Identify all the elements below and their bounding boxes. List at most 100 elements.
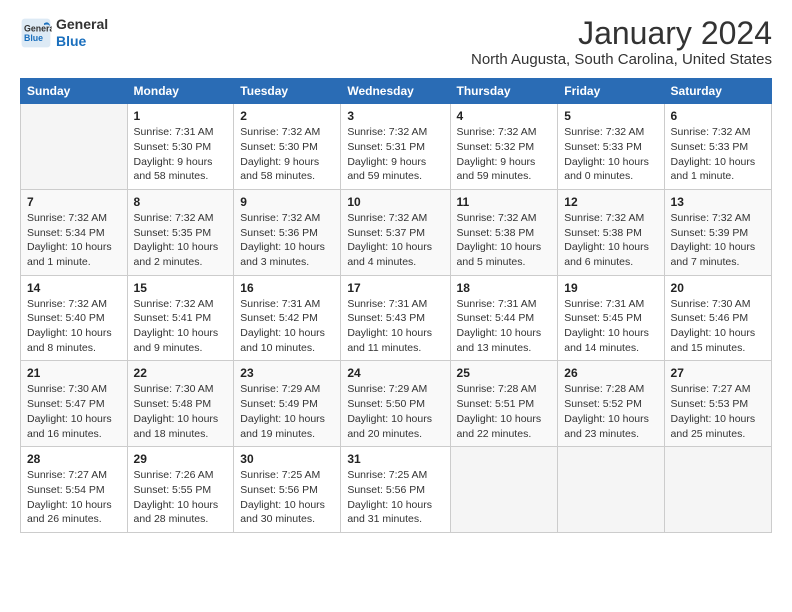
calendar-cell: 16Sunrise: 7:31 AM Sunset: 5:42 PM Dayli… — [234, 275, 341, 361]
day-number: 17 — [347, 281, 443, 295]
col-header-friday: Friday — [558, 79, 664, 104]
calendar-cell: 1 Sunrise: 7:31 AM Sunset: 5:30 PM Daylig… — [127, 104, 234, 190]
calendar-cell: 27Sunrise: 7:27 AM Sunset: 5:53 PM Dayli… — [664, 361, 771, 447]
day-number: 14 — [27, 281, 121, 295]
calendar-cell: 8 Sunrise: 7:32 AM Sunset: 5:35 PM Daylig… — [127, 189, 234, 275]
calendar-table: SundayMondayTuesdayWednesdayThursdayFrid… — [20, 78, 772, 533]
day-info: Sunrise: 7:27 AM Sunset: 5:54 PM Dayligh… — [27, 468, 121, 527]
calendar-cell — [558, 447, 664, 533]
col-header-saturday: Saturday — [664, 79, 771, 104]
calendar-week-row: 28 Sunrise: 7:27 AM Sunset: 5:54 PM Dayli… — [21, 447, 772, 533]
calendar-cell: 24Sunrise: 7:29 AM Sunset: 5:50 PM Dayli… — [341, 361, 450, 447]
calendar-cell: 7 Sunrise: 7:32 AM Sunset: 5:34 PM Daylig… — [21, 189, 128, 275]
col-header-thursday: Thursday — [450, 79, 558, 104]
calendar-cell: 31 Sunrise: 7:25 AM Sunset: 5:56 PM Dayli… — [341, 447, 450, 533]
day-number: 5 — [564, 109, 657, 123]
calendar-cell: 28 Sunrise: 7:27 AM Sunset: 5:54 PM Dayli… — [21, 447, 128, 533]
day-info: Sunrise: 7:32 AM Sunset: 5:33 PM Dayligh… — [564, 125, 657, 184]
day-info: Sunrise: 7:30 AM Sunset: 5:47 PM Dayligh… — [27, 382, 121, 441]
calendar-week-row: 1 Sunrise: 7:31 AM Sunset: 5:30 PM Daylig… — [21, 104, 772, 190]
day-number: 1 — [134, 109, 228, 123]
day-info: Sunrise: 7:32 AM Sunset: 5:31 PM Dayligh… — [347, 125, 443, 184]
calendar-cell: 20Sunrise: 7:30 AM Sunset: 5:46 PM Dayli… — [664, 275, 771, 361]
day-number: 3 — [347, 109, 443, 123]
calendar-week-row: 21 Sunrise: 7:30 AM Sunset: 5:47 PM Dayli… — [21, 361, 772, 447]
calendar-week-row: 7 Sunrise: 7:32 AM Sunset: 5:34 PM Daylig… — [21, 189, 772, 275]
day-info: Sunrise: 7:31 AM Sunset: 5:42 PM Dayligh… — [240, 297, 334, 356]
title-section: January 2024 North Augusta, South Caroli… — [471, 16, 772, 68]
calendar-cell: 5 Sunrise: 7:32 AM Sunset: 5:33 PM Daylig… — [558, 104, 664, 190]
calendar-cell: 12 Sunrise: 7:32 AM Sunset: 5:38 PM Dayli… — [558, 189, 664, 275]
day-number: 13 — [671, 195, 765, 209]
day-number: 15 — [134, 281, 228, 295]
day-info: Sunrise: 7:30 AM Sunset: 5:48 PM Dayligh… — [134, 382, 228, 441]
logo-text: General Blue — [56, 16, 108, 50]
calendar-cell: 21 Sunrise: 7:30 AM Sunset: 5:47 PM Dayli… — [21, 361, 128, 447]
day-info: Sunrise: 7:32 AM Sunset: 5:30 PM Dayligh… — [240, 125, 334, 184]
day-info: Sunrise: 7:31 AM Sunset: 5:30 PM Dayligh… — [134, 125, 228, 184]
day-info: Sunrise: 7:32 AM Sunset: 5:35 PM Dayligh… — [134, 211, 228, 270]
day-number: 4 — [457, 109, 552, 123]
calendar-cell — [450, 447, 558, 533]
day-info: Sunrise: 7:31 AM Sunset: 5:45 PM Dayligh… — [564, 297, 657, 356]
day-info: Sunrise: 7:31 AM Sunset: 5:44 PM Dayligh… — [457, 297, 552, 356]
calendar-cell: 11 Sunrise: 7:32 AM Sunset: 5:38 PM Dayli… — [450, 189, 558, 275]
logo-icon: General Blue — [20, 17, 52, 49]
day-number: 31 — [347, 452, 443, 466]
page-subtitle: North Augusta, South Carolina, United St… — [471, 51, 772, 68]
day-number: 24 — [347, 366, 443, 380]
day-number: 23 — [240, 366, 334, 380]
day-info: Sunrise: 7:26 AM Sunset: 5:55 PM Dayligh… — [134, 468, 228, 527]
calendar-cell: 6Sunrise: 7:32 AM Sunset: 5:33 PM Daylig… — [664, 104, 771, 190]
day-number: 7 — [27, 195, 121, 209]
calendar-cell: 2 Sunrise: 7:32 AM Sunset: 5:30 PM Daylig… — [234, 104, 341, 190]
col-header-monday: Monday — [127, 79, 234, 104]
calendar-cell: 3 Sunrise: 7:32 AM Sunset: 5:31 PM Daylig… — [341, 104, 450, 190]
day-number: 18 — [457, 281, 552, 295]
calendar-cell: 15 Sunrise: 7:32 AM Sunset: 5:41 PM Dayli… — [127, 275, 234, 361]
day-info: Sunrise: 7:25 AM Sunset: 5:56 PM Dayligh… — [347, 468, 443, 527]
day-info: Sunrise: 7:28 AM Sunset: 5:52 PM Dayligh… — [564, 382, 657, 441]
day-number: 11 — [457, 195, 552, 209]
day-number: 10 — [347, 195, 443, 209]
day-number: 21 — [27, 366, 121, 380]
day-info: Sunrise: 7:25 AM Sunset: 5:56 PM Dayligh… — [240, 468, 334, 527]
header: General Blue General Blue January 2024 N… — [20, 16, 772, 68]
svg-text:Blue: Blue — [24, 33, 43, 43]
day-number: 26 — [564, 366, 657, 380]
col-header-wednesday: Wednesday — [341, 79, 450, 104]
day-info: Sunrise: 7:27 AM Sunset: 5:53 PM Dayligh… — [671, 382, 765, 441]
calendar-cell: 14 Sunrise: 7:32 AM Sunset: 5:40 PM Dayli… — [21, 275, 128, 361]
day-info: Sunrise: 7:32 AM Sunset: 5:32 PM Dayligh… — [457, 125, 552, 184]
calendar-cell: 9 Sunrise: 7:32 AM Sunset: 5:36 PM Daylig… — [234, 189, 341, 275]
day-info: Sunrise: 7:32 AM Sunset: 5:34 PM Dayligh… — [27, 211, 121, 270]
day-info: Sunrise: 7:29 AM Sunset: 5:49 PM Dayligh… — [240, 382, 334, 441]
col-header-tuesday: Tuesday — [234, 79, 341, 104]
day-info: Sunrise: 7:28 AM Sunset: 5:51 PM Dayligh… — [457, 382, 552, 441]
calendar-cell: 18 Sunrise: 7:31 AM Sunset: 5:44 PM Dayli… — [450, 275, 558, 361]
calendar-cell: 22 Sunrise: 7:30 AM Sunset: 5:48 PM Dayli… — [127, 361, 234, 447]
day-number: 12 — [564, 195, 657, 209]
calendar-cell: 26 Sunrise: 7:28 AM Sunset: 5:52 PM Dayli… — [558, 361, 664, 447]
day-info: Sunrise: 7:32 AM Sunset: 5:38 PM Dayligh… — [564, 211, 657, 270]
calendar-cell — [21, 104, 128, 190]
day-number: 28 — [27, 452, 121, 466]
day-number: 2 — [240, 109, 334, 123]
calendar-cell: 30 Sunrise: 7:25 AM Sunset: 5:56 PM Dayli… — [234, 447, 341, 533]
day-number: 22 — [134, 366, 228, 380]
day-info: Sunrise: 7:30 AM Sunset: 5:46 PM Dayligh… — [671, 297, 765, 356]
day-info: Sunrise: 7:32 AM Sunset: 5:41 PM Dayligh… — [134, 297, 228, 356]
logo: General Blue General Blue — [20, 16, 108, 50]
calendar-cell: 4 Sunrise: 7:32 AM Sunset: 5:32 PM Daylig… — [450, 104, 558, 190]
day-info: Sunrise: 7:31 AM Sunset: 5:43 PM Dayligh… — [347, 297, 443, 356]
day-number: 30 — [240, 452, 334, 466]
day-number: 8 — [134, 195, 228, 209]
calendar-cell — [664, 447, 771, 533]
day-info: Sunrise: 7:32 AM Sunset: 5:36 PM Dayligh… — [240, 211, 334, 270]
day-info: Sunrise: 7:32 AM Sunset: 5:40 PM Dayligh… — [27, 297, 121, 356]
day-number: 9 — [240, 195, 334, 209]
calendar-cell: 10Sunrise: 7:32 AM Sunset: 5:37 PM Dayli… — [341, 189, 450, 275]
day-info: Sunrise: 7:32 AM Sunset: 5:33 PM Dayligh… — [671, 125, 765, 184]
day-info: Sunrise: 7:32 AM Sunset: 5:38 PM Dayligh… — [457, 211, 552, 270]
calendar-week-row: 14 Sunrise: 7:32 AM Sunset: 5:40 PM Dayli… — [21, 275, 772, 361]
